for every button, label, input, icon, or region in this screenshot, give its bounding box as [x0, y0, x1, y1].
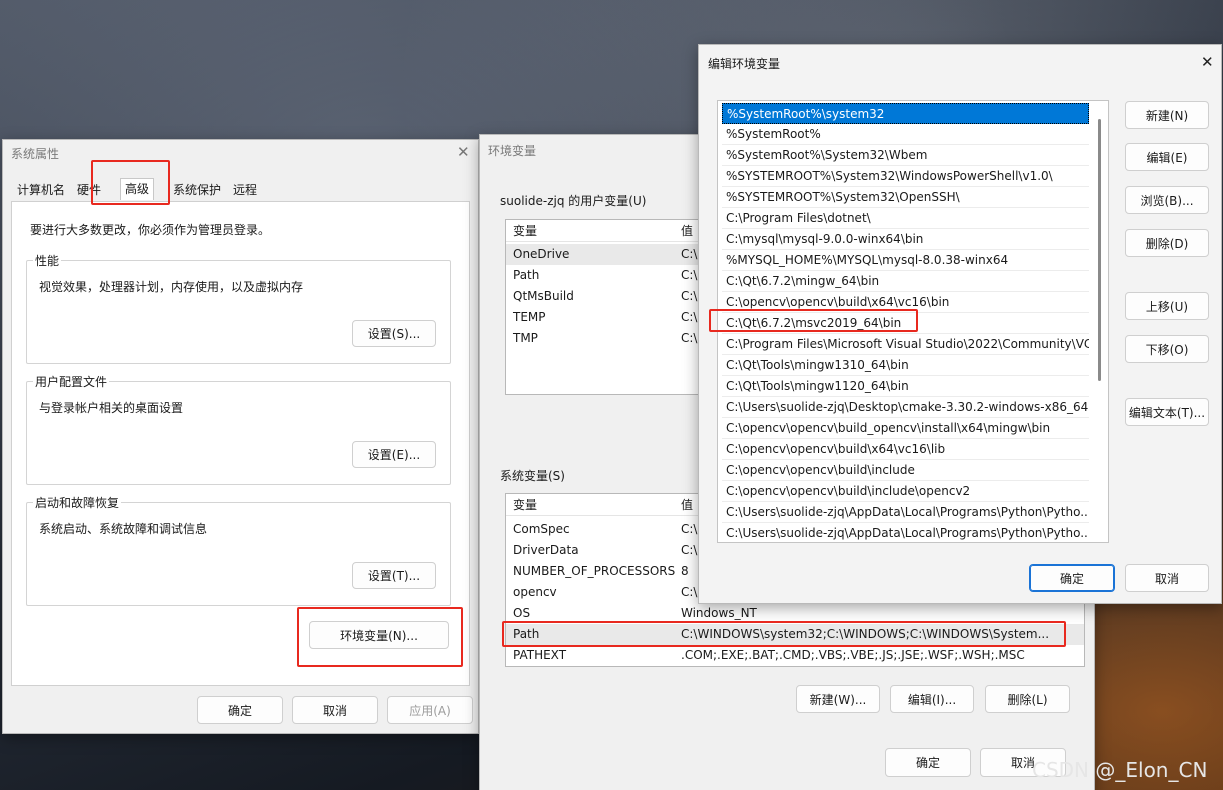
tab-remote[interactable]: 远程: [229, 180, 261, 200]
window-title: 系统属性: [11, 147, 60, 161]
list-item[interactable]: C:\Users\suolide-zjq\AppData\Local\Progr…: [722, 523, 1089, 542]
list-item[interactable]: C:\Qt\Tools\mingw1310_64\bin: [722, 355, 1089, 376]
ok-button[interactable]: 确定: [197, 696, 283, 724]
list-item[interactable]: C:\Program Files\Microsoft Visual Studio…: [722, 334, 1089, 355]
delete-entry-button[interactable]: 删除(D): [1125, 229, 1209, 257]
cancel-button[interactable]: 取消: [1125, 564, 1209, 592]
group-desc: 与登录帐户相关的桌面设置: [39, 401, 184, 415]
list-item[interactable]: %MYSQL_HOME%\MYSQL\mysql-8.0.38-winx64: [722, 250, 1089, 271]
window-title: 编辑环境变量: [708, 57, 781, 71]
edit-text-button[interactable]: 编辑文本(T)...: [1125, 398, 1209, 426]
tab-computer-name[interactable]: 计算机名: [13, 180, 69, 200]
window-title: 环境变量: [488, 144, 537, 158]
apply-button[interactable]: 应用(A): [387, 696, 473, 724]
col-val: 值: [681, 224, 694, 238]
ok-button[interactable]: 确定: [1029, 564, 1115, 592]
cancel-button[interactable]: 取消: [292, 696, 378, 724]
list-item[interactable]: C:\mysql\mysql-9.0.0-winx64\bin: [722, 229, 1089, 250]
list-item[interactable]: %SystemRoot%\System32\Wbem: [722, 145, 1089, 166]
move-up-button[interactable]: 上移(U): [1125, 292, 1209, 320]
group-desc: 视觉效果，处理器计划，内存使用，以及虚拟内存: [39, 280, 304, 294]
table-row[interactable]: PATHEXT .COM;.EXE;.BAT;.CMD;.VBS;.VBE;.J…: [506, 645, 1084, 666]
list-scrollbar[interactable]: [1098, 119, 1101, 381]
list-item[interactable]: C:\opencv\opencv\build_opencv\install\x6…: [722, 418, 1089, 439]
list-item[interactable]: C:\Users\suolide-zjq\AppData\Local\Progr…: [722, 502, 1089, 523]
tab-advanced[interactable]: 高级: [120, 178, 155, 200]
close-icon[interactable]: ✕: [1201, 55, 1214, 70]
list-item[interactable]: C:\opencv\opencv\build\x64\vc16\lib: [722, 439, 1089, 460]
ok-button[interactable]: 确定: [885, 748, 971, 777]
col-val: 值: [681, 498, 694, 512]
environment-variables-button[interactable]: 环境变量(N)...: [309, 621, 449, 649]
list-item[interactable]: %SystemRoot%\system32: [722, 103, 1089, 124]
col-var: 变量: [513, 224, 538, 238]
new-entry-button[interactable]: 新建(N): [1125, 101, 1209, 129]
list-item[interactable]: C:\opencv\opencv\build\include: [722, 460, 1089, 481]
list-item[interactable]: %SYSTEMROOT%\System32\OpenSSH\: [722, 187, 1089, 208]
list-item-msvc[interactable]: C:\Qt\6.7.2\msvc2019_64\bin: [722, 313, 1089, 334]
list-item[interactable]: C:\Qt\Tools\mingw1120_64\bin: [722, 376, 1089, 397]
list-item[interactable]: C:\Users\suolide-zjq\Desktop\cmake-3.30.…: [722, 397, 1089, 418]
admin-note: 要进行大多数更改，你必须作为管理员登录。: [30, 223, 271, 237]
move-down-button[interactable]: 下移(O): [1125, 335, 1209, 363]
group-label: 用户配置文件: [33, 373, 110, 390]
group-desc: 系统启动、系统故障和调试信息: [39, 522, 208, 536]
col-var: 变量: [513, 498, 538, 512]
performance-settings-button[interactable]: 设置(S)...: [352, 320, 436, 347]
list-item[interactable]: C:\Program Files\dotnet\: [722, 208, 1089, 229]
edit-environment-variable-window: 编辑环境变量 ✕ %SystemRoot%\system32 %SystemRo…: [698, 44, 1222, 604]
list-item[interactable]: C:\opencv\opencv\build\include\opencv2: [722, 481, 1089, 502]
edit-entry-button[interactable]: 编辑(E): [1125, 143, 1209, 171]
watermark-text: CSDN @_Elon_CN: [1032, 758, 1208, 782]
table-row-path[interactable]: Path C:\WINDOWS\system32;C:\WINDOWS;C:\W…: [506, 624, 1084, 645]
table-row[interactable]: OS Windows_NT: [506, 603, 1084, 624]
startup-recovery-group: 启动和故障恢复 系统启动、系统故障和调试信息: [26, 494, 451, 606]
performance-group: 性能 视觉效果，处理器计划，内存使用，以及虚拟内存: [26, 252, 451, 364]
tab-system-protection[interactable]: 系统保护: [169, 180, 225, 200]
tab-panel: 要进行大多数更改，你必须作为管理员登录。 性能 视觉效果，处理器计划，内存使用，…: [11, 201, 470, 686]
group-label: 启动和故障恢复: [33, 494, 122, 511]
path-entries-list[interactable]: %SystemRoot%\system32 %SystemRoot% %Syst…: [717, 100, 1109, 543]
list-item[interactable]: C:\Qt\6.7.2\mingw_64\bin: [722, 271, 1089, 292]
startup-settings-button[interactable]: 设置(T)...: [352, 562, 436, 589]
system-vars-label: 系统变量(S): [500, 469, 565, 483]
close-icon[interactable]: ✕: [457, 145, 470, 160]
tab-hardware[interactable]: 硬件: [73, 180, 105, 200]
edit-variable-button[interactable]: 编辑(I)...: [890, 685, 974, 713]
profile-settings-button[interactable]: 设置(E)...: [352, 441, 436, 468]
new-variable-button[interactable]: 新建(W)...: [796, 685, 880, 713]
system-properties-window: 系统属性 ✕ 计算机名 硬件 高级 系统保护 远程 要进行大多数更改，你必须作为…: [2, 139, 479, 734]
user-vars-label: suolide-zjq 的用户变量(U): [500, 194, 647, 208]
list-item[interactable]: %SYSTEMROOT%\System32\WindowsPowerShell\…: [722, 166, 1089, 187]
group-label: 性能: [33, 252, 62, 269]
list-item[interactable]: C:\opencv\opencv\build\x64\vc16\bin: [722, 292, 1089, 313]
browse-button[interactable]: 浏览(B)...: [1125, 186, 1209, 214]
user-profile-group: 用户配置文件 与登录帐户相关的桌面设置: [26, 373, 451, 485]
delete-variable-button[interactable]: 删除(L): [985, 685, 1070, 713]
list-item[interactable]: %SystemRoot%: [722, 124, 1089, 145]
